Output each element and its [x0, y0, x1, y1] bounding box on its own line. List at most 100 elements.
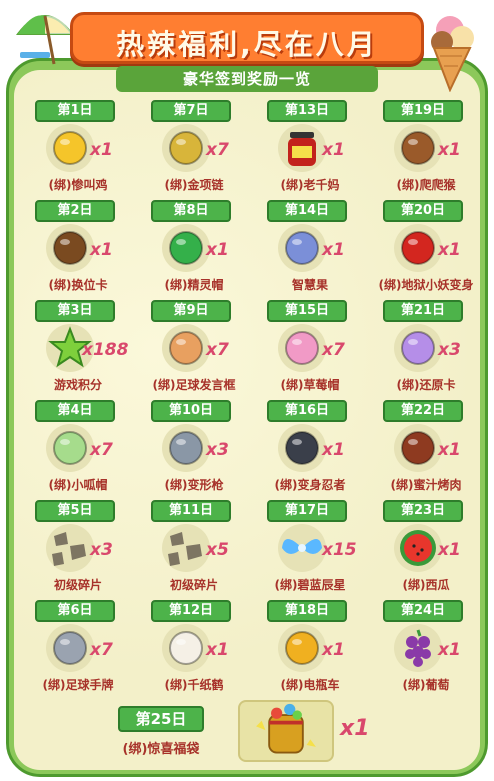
- day-badge: 第21日: [383, 300, 463, 322]
- reward-name: (绑)葡萄: [402, 678, 450, 692]
- reward-name: (绑)足球发言框: [152, 378, 236, 392]
- day-badge: 第12日: [151, 600, 231, 622]
- scooter-icon: [285, 631, 319, 665]
- reward-name: 初级碎片: [53, 578, 102, 592]
- reward-cell[interactable]: 第3日 x188 游戏积分: [26, 300, 130, 396]
- reward-quantity: x1: [438, 140, 461, 160]
- day-badge: 第24日: [383, 600, 463, 622]
- reward-quantity: x1: [438, 440, 461, 460]
- day-badge: 第4日: [35, 400, 115, 422]
- reward-name: (绑)精灵帽: [164, 278, 224, 292]
- reward-cell[interactable]: 第13日 x1 (绑)老千妈: [258, 100, 362, 196]
- watermelon-icon: [400, 530, 436, 566]
- grapes-icon: [405, 629, 431, 667]
- day-badge: 第2日: [35, 200, 115, 222]
- reward-quantity: x188: [82, 340, 129, 360]
- final-reward-quantity: x1: [340, 716, 370, 741]
- reward-name: (绑)碧蓝辰星: [274, 578, 346, 592]
- day-badge: 第13日: [267, 100, 347, 122]
- reward-cell[interactable]: 第2日 x1 (绑)换位卡: [26, 200, 130, 296]
- reward-cell[interactable]: 第11日 x5 初级碎片: [142, 500, 246, 596]
- reward-name: (绑)换位卡: [48, 278, 108, 292]
- reward-cell[interactable]: 第10日 x3 (绑)变形枪: [142, 400, 246, 496]
- day-badge: 第14日: [267, 200, 347, 222]
- day-badge: 第1日: [35, 100, 115, 122]
- monkey-icon: [401, 131, 435, 165]
- reward-name: (绑)电瓶车: [280, 678, 340, 692]
- reward-name: (绑)惨叫鸡: [48, 178, 108, 192]
- reward-quantity: x3: [90, 540, 113, 560]
- reward-cell[interactable]: 第15日 x7 (绑)草莓帽: [258, 300, 362, 396]
- day-badge: 第15日: [267, 300, 347, 322]
- chili-sauce-jar-icon: [288, 132, 316, 166]
- rubber-chicken-icon: [53, 131, 87, 165]
- reward-quantity: x1: [322, 640, 345, 660]
- reward-cell[interactable]: 第4日 x7 (绑)小呱帽: [26, 400, 130, 496]
- reward-cell[interactable]: 第22日 x1 (绑)蜜汁烤肉: [374, 400, 478, 496]
- bbq-meat-icon: [401, 431, 435, 465]
- swap-card-icon: [53, 231, 87, 265]
- reward-cell[interactable]: 第8日 x1 (绑)精灵帽: [142, 200, 246, 296]
- reward-name: (绑)变身忍者: [274, 478, 346, 492]
- reward-quantity: x7: [206, 140, 229, 160]
- reward-cell[interactable]: 第20日 x1 (绑)地狱小妖变身: [374, 200, 478, 296]
- reward-quantity: x1: [206, 240, 229, 260]
- ice-cream-icon: [431, 16, 474, 92]
- gold-necklace-icon: [169, 131, 203, 165]
- reward-name: (绑)还原卡: [396, 378, 456, 392]
- reward-name: (绑)足球手牌: [42, 678, 114, 692]
- reward-cell[interactable]: 第9日 x7 (绑)足球发言框: [142, 300, 246, 396]
- reward-quantity: x7: [206, 340, 229, 360]
- reward-name: (绑)金项链: [164, 178, 224, 192]
- reward-name: (绑)草莓帽: [280, 378, 340, 392]
- reward-quantity: x7: [90, 440, 113, 460]
- hand-mirror-icon: [53, 631, 87, 665]
- reward-name: (绑)变形枪: [164, 478, 224, 492]
- reward-quantity: x1: [438, 240, 461, 260]
- reward-name: 游戏积分: [53, 378, 102, 392]
- chat-frame-icon: [169, 331, 203, 365]
- reward-name: (绑)地狱小妖变身: [378, 278, 474, 292]
- reward-quantity: x7: [322, 340, 345, 360]
- beach-umbrella-icon: [15, 15, 75, 65]
- day-badge: 第8日: [151, 200, 231, 222]
- reward-name: (绑)爬爬猴: [396, 178, 456, 192]
- reward-quantity: x1: [90, 140, 113, 160]
- reward-cell[interactable]: 第6日 x7 (绑)足球手牌: [26, 600, 130, 696]
- reward-cell[interactable]: 第12日 x1 (绑)千纸鹤: [142, 600, 246, 696]
- reward-cell[interactable]: 第19日 x1 (绑)爬爬猴: [374, 100, 478, 196]
- reward-cell[interactable]: 第18日 x1 (绑)电瓶车: [258, 600, 362, 696]
- day-badge: 第18日: [267, 600, 347, 622]
- reward-quantity: x1: [322, 140, 345, 160]
- reward-cell[interactable]: 第7日 x7 (绑)金项链: [142, 100, 246, 196]
- reward-name: (绑)蜜汁烤肉: [390, 478, 462, 492]
- reward-cell[interactable]: 第23日 x1 (绑)西瓜: [374, 500, 478, 596]
- reward-cell[interactable]: 第21日 x3 (绑)还原卡: [374, 300, 478, 396]
- reward-name: (绑)小呱帽: [48, 478, 108, 492]
- final-reward-box[interactable]: [238, 700, 334, 762]
- reward-cell[interactable]: 第5日 x3 初级碎片: [26, 500, 130, 596]
- day-badge: 第7日: [151, 100, 231, 122]
- day-badge: 第17日: [267, 500, 347, 522]
- stone-shards-icon: [168, 532, 202, 566]
- reward-name: (绑)千纸鹤: [164, 678, 224, 692]
- reward-cell[interactable]: 第17日 x15 (绑)碧蓝辰星: [258, 500, 362, 596]
- ninja-icon: [285, 431, 319, 465]
- reward-quantity: x15: [322, 540, 357, 560]
- paper-crane-icon: [169, 631, 203, 665]
- day-badge: 第16日: [267, 400, 347, 422]
- day-badge: 第25日: [118, 706, 204, 732]
- reward-cell[interactable]: 第14日 x1 智慧果: [258, 200, 362, 296]
- day-badge: 第5日: [35, 500, 115, 522]
- strawberry-hat-icon: [285, 331, 319, 365]
- little-devil-icon: [401, 231, 435, 265]
- restore-card-icon: [401, 331, 435, 365]
- day-badge: 第6日: [35, 600, 115, 622]
- reward-cell[interactable]: 第16日 x1 (绑)变身忍者: [258, 400, 362, 496]
- day-badge: 第9日: [151, 300, 231, 322]
- reward-cell[interactable]: 第24日 x1 (绑)葡萄: [374, 600, 478, 696]
- page-subtitle: 豪华签到奖励一览: [116, 66, 378, 92]
- reward-quantity: x1: [322, 440, 345, 460]
- reward-cell[interactable]: 第1日 x1 (绑)惨叫鸡: [26, 100, 130, 196]
- transform-gun-icon: [169, 431, 203, 465]
